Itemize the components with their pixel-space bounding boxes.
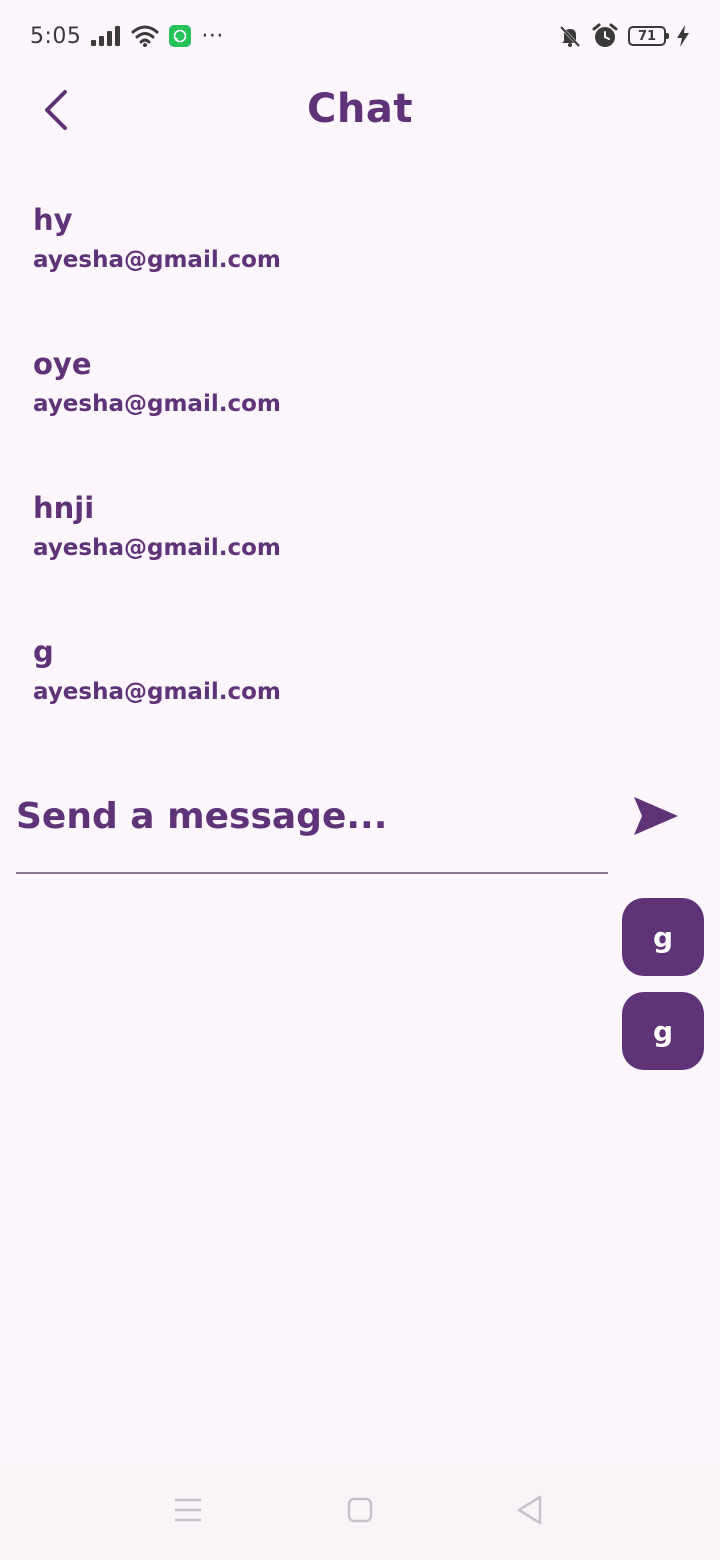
recents-button[interactable] [164, 1488, 212, 1536]
message-list: hy ayesha@gmail.com oye ayesha@gmail.com… [33, 200, 693, 776]
status-time: 5:05 [30, 23, 82, 49]
battery-level: 71 [637, 28, 657, 44]
message-text: oye [33, 347, 92, 381]
message-item: hy ayesha@gmail.com [33, 200, 693, 344]
status-left: 5:05 ··· [30, 24, 224, 49]
system-nav-bar [0, 1464, 720, 1560]
send-icon [634, 797, 678, 839]
message-sender: ayesha@gmail.com [33, 247, 281, 273]
system-back-button[interactable] [506, 1488, 554, 1536]
overflow-dots: ··· [201, 23, 224, 49]
alarm-icon [592, 23, 618, 49]
signal-icon [91, 26, 121, 46]
message-text: g [33, 635, 54, 669]
charging-icon [676, 25, 690, 47]
bell-off-icon [558, 24, 582, 48]
message-item: g ayesha@gmail.com [33, 632, 693, 776]
message-text: hnji [33, 491, 95, 525]
chat-bubble: g [622, 992, 704, 1070]
battery-icon: 71 [628, 26, 669, 46]
message-item: oye ayesha@gmail.com [33, 344, 693, 488]
message-sender: ayesha@gmail.com [33, 391, 281, 417]
home-button[interactable] [336, 1488, 384, 1536]
message-item: hnji ayesha@gmail.com [33, 488, 693, 632]
status-right: 71 [558, 23, 690, 49]
message-sender: ayesha@gmail.com [33, 679, 281, 705]
message-text: hy [33, 203, 73, 237]
menu-icon [174, 1497, 202, 1527]
chat-bubble: g [622, 898, 704, 976]
chat-screen: 5:05 ··· 71 Chat hy ayesha@gmail.com oye… [0, 0, 720, 1560]
page-title: Chat [307, 86, 413, 132]
message-input[interactable] [16, 780, 608, 852]
send-button[interactable] [628, 790, 684, 846]
back-triangle-icon [516, 1495, 544, 1529]
message-composer [16, 780, 608, 874]
home-icon [347, 1497, 373, 1527]
app-bar: Chat [0, 72, 720, 152]
wifi-icon [131, 25, 159, 47]
status-bar: 5:05 ··· 71 [0, 0, 720, 72]
chat-app-icon [169, 25, 192, 47]
message-sender: ayesha@gmail.com [33, 535, 281, 561]
